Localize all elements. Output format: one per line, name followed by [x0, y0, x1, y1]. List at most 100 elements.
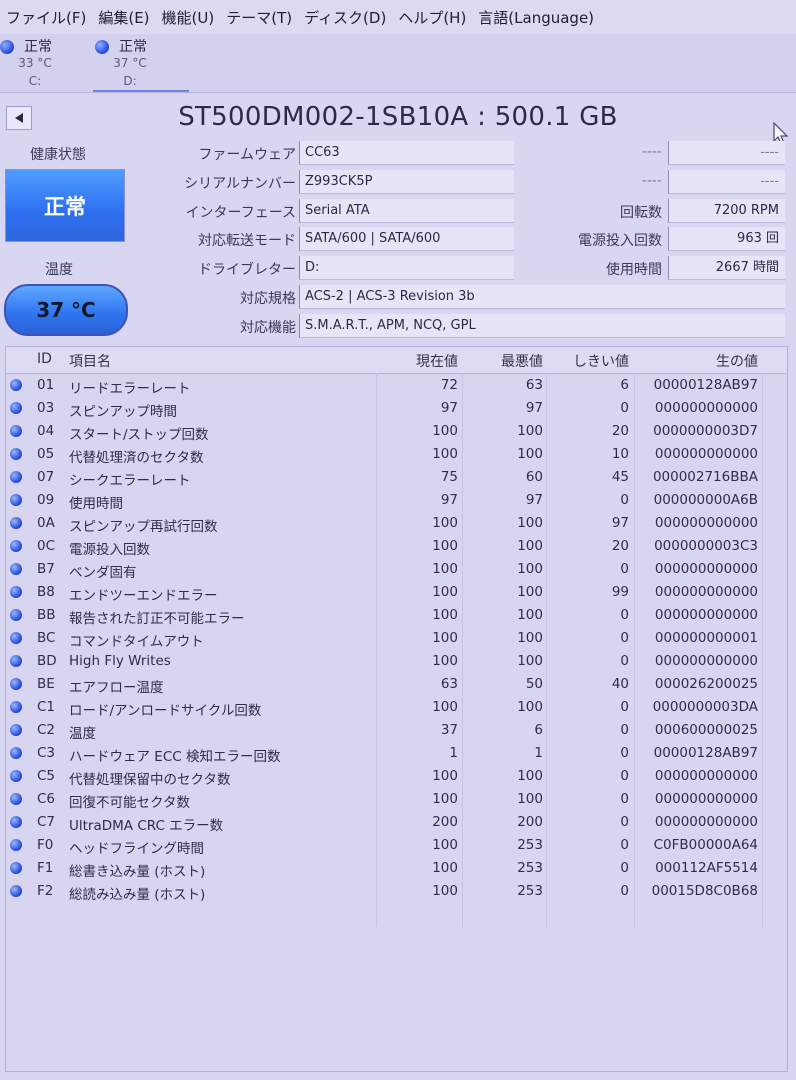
- table-row[interactable]: BC コマンドタイムアウト 100 100 0 000000000001: [6, 627, 787, 650]
- column-header-raw[interactable]: 生の値: [636, 351, 758, 371]
- blank-value-2: ----: [668, 170, 785, 194]
- menu-help[interactable]: ヘルプ(H): [392, 7, 472, 28]
- table-row[interactable]: 09 使用時間 97 97 0 000000000A6B: [6, 489, 787, 512]
- raw-value: 00000128AB97: [653, 377, 758, 393]
- table-row[interactable]: C5 代替処理保留中のセクタ数 100 100 0 000000000000: [6, 765, 787, 788]
- column-header-current[interactable]: 現在値: [386, 351, 458, 371]
- attribute-id: B7: [37, 561, 55, 577]
- status-dot-icon: [10, 862, 22, 874]
- attribute-name: コマンドタイムアウト: [69, 634, 204, 650]
- status-dot-icon: [10, 586, 22, 598]
- column-header-id[interactable]: ID: [37, 351, 52, 367]
- drive-letter: D:: [123, 74, 137, 88]
- menu-disk[interactable]: ディスク(D): [298, 7, 392, 28]
- table-row[interactable]: C2 温度 37 6 0 000600000025: [6, 719, 787, 742]
- table-row[interactable]: C1 ロード/アンロードサイクル回数 100 100 0 0000000003DA: [6, 696, 787, 719]
- current-value: 100: [432, 860, 458, 876]
- raw-value: 000600000025: [654, 722, 758, 738]
- threshold-value: 10: [611, 446, 629, 462]
- attribute-name: 総読み込み量 (ホスト): [69, 887, 206, 903]
- table-row[interactable]: 0C 電源投入回数 100 100 20 0000000003C3: [6, 535, 787, 558]
- attribute-name: 代替処理済のセクタ数: [69, 450, 204, 466]
- attribute-name: スピンアップ再試行回数: [69, 519, 218, 535]
- smart-table[interactable]: ID 項目名 現在値 最悪値 しきい値 生の値 01 リードエラーレート 72 63 6…: [5, 346, 788, 1072]
- table-row[interactable]: F0 ヘッドフライング時間 100 253 0 C0FB00000A64: [6, 834, 787, 857]
- table-header: ID 項目名 現在値 最悪値 しきい値 生の値: [6, 347, 787, 374]
- raw-value: 000000000000: [654, 561, 758, 577]
- table-row[interactable]: 04 スタート/ストップ回数 100 100 20 0000000003D7: [6, 420, 787, 443]
- raw-value: 000000000000: [654, 400, 758, 416]
- menu-file[interactable]: ファイル(F): [0, 7, 92, 28]
- current-value: 100: [432, 538, 458, 554]
- raw-value: 000000000000: [654, 653, 758, 669]
- table-row[interactable]: BD High Fly Writes 100 100 0 000000000000: [6, 650, 787, 673]
- table-row[interactable]: F1 総書き込み量 (ホスト) 100 253 0 000112AF5514: [6, 857, 787, 880]
- attribute-id: 01: [37, 377, 55, 393]
- threshold-value: 0: [620, 768, 629, 784]
- raw-value: C0FB00000A64: [653, 837, 758, 853]
- column-header-worst[interactable]: 最悪値: [471, 351, 543, 371]
- attribute-name: 使用時間: [69, 496, 123, 512]
- table-row[interactable]: C3 ハードウェア ECC 検知エラー回数 1 1 0 00000128AB97: [6, 742, 787, 765]
- menu-edit[interactable]: 編集(E): [92, 7, 155, 28]
- status-dot-icon: [10, 563, 22, 575]
- raw-value: 00015D8C0B68: [651, 883, 758, 899]
- worst-value: 100: [517, 538, 543, 554]
- worst-value: 100: [517, 630, 543, 646]
- standard-value: ACS-2 | ACS-3 Revision 3b: [299, 285, 785, 309]
- threshold-value: 0: [620, 400, 629, 416]
- current-value: 200: [432, 814, 458, 830]
- status-dot-icon: [10, 379, 22, 391]
- worst-value: 6: [534, 722, 543, 738]
- serial-value: Z993CK5P: [299, 170, 514, 194]
- table-row[interactable]: 01 リードエラーレート 72 63 6 00000128AB97: [6, 374, 787, 397]
- attribute-id: C2: [37, 722, 56, 738]
- raw-value: 0000000003DA: [652, 699, 758, 715]
- table-row[interactable]: BB 報告された訂正不可能エラー 100 100 0 000000000000: [6, 604, 787, 627]
- threshold-value: 0: [620, 745, 629, 761]
- table-row[interactable]: 03 スピンアップ時間 97 97 0 000000000000: [6, 397, 787, 420]
- attribute-id: 09: [37, 492, 55, 508]
- table-row[interactable]: BE エアフロー温度 63 50 40 000026200025: [6, 673, 787, 696]
- raw-value: 000000000000: [654, 584, 758, 600]
- worst-value: 100: [517, 607, 543, 623]
- health-status-button[interactable]: 正常: [5, 169, 125, 242]
- worst-value: 60: [525, 469, 543, 485]
- attribute-name: UltraDMA CRC エラー数: [69, 818, 224, 834]
- raw-value: 000000000A6B: [653, 492, 758, 508]
- current-value: 100: [432, 653, 458, 669]
- drive-selector-bar: 正常 33 °C C: 正常 37 °C D:: [0, 34, 796, 93]
- table-row[interactable]: B8 エンドツーエンドエラー 100 100 99 000000000000: [6, 581, 787, 604]
- table-row[interactable]: C6 回復不可能セクタ数 100 100 0 000000000000: [6, 788, 787, 811]
- table-row[interactable]: 0A スピンアップ再試行回数 100 100 97 000000000000: [6, 512, 787, 535]
- table-row[interactable]: 05 代替処理済のセクタ数 100 100 10 000000000000: [6, 443, 787, 466]
- drive-tab-d[interactable]: 正常 37 °C D:: [93, 36, 189, 92]
- threshold-value: 0: [620, 860, 629, 876]
- threshold-value: 0: [620, 630, 629, 646]
- temperature-button[interactable]: 37 °C: [4, 284, 128, 336]
- current-value: 100: [432, 446, 458, 462]
- attribute-name: 回復不可能セクタ数: [69, 795, 190, 811]
- status-dot-icon: [10, 839, 22, 851]
- current-value: 100: [432, 561, 458, 577]
- status-dot-icon: [95, 40, 109, 54]
- features-value: S.M.A.R.T., APM, NCQ, GPL: [299, 314, 785, 338]
- status-dot-icon: [10, 793, 22, 805]
- menu-function[interactable]: 機能(U): [156, 7, 221, 28]
- table-row[interactable]: C7 UltraDMA CRC エラー数 200 200 0 000000000000: [6, 811, 787, 834]
- table-row[interactable]: F2 総読み込み量 (ホスト) 100 253 0 00015D8C0B68: [6, 880, 787, 903]
- interface-value: Serial ATA: [299, 199, 514, 223]
- worst-value: 97: [525, 492, 543, 508]
- drive-tab-c[interactable]: 正常 33 °C C:: [0, 36, 80, 90]
- table-row[interactable]: B7 ベンダ固有 100 100 0 000000000000: [6, 558, 787, 581]
- attribute-id: B8: [37, 584, 55, 600]
- raw-value: 000000000000: [654, 446, 758, 462]
- menu-language[interactable]: 言語(Language): [472, 7, 600, 28]
- menu-theme[interactable]: テーマ(T): [220, 7, 298, 28]
- threshold-value: 0: [620, 653, 629, 669]
- table-row[interactable]: 07 シークエラーレート 75 60 45 000002716BBA: [6, 466, 787, 489]
- column-header-name[interactable]: 項目名: [69, 351, 111, 371]
- attribute-name: 総書き込み量 (ホスト): [69, 864, 206, 880]
- column-header-threshold[interactable]: しきい値: [551, 351, 629, 371]
- attribute-id: F1: [37, 860, 54, 876]
